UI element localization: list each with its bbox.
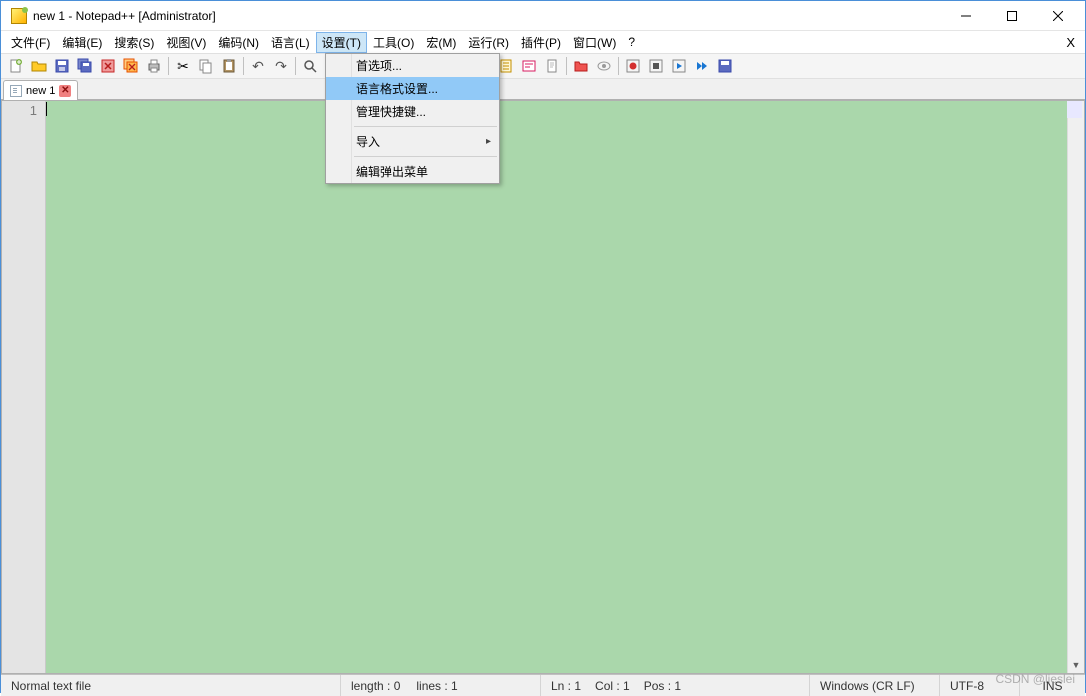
play-multi-button[interactable] [691, 55, 713, 77]
menu-macro[interactable]: 宏(M) [420, 32, 462, 53]
file-icon [10, 85, 22, 97]
menu-edit[interactable]: 编辑(E) [56, 32, 108, 53]
close-document-button[interactable]: X [1060, 35, 1081, 50]
print-button[interactable] [143, 55, 165, 77]
menu-language[interactable]: 语言(L) [265, 32, 316, 53]
dropdown-separator [354, 126, 497, 127]
dropdown-import[interactable]: 导入 ▸ [326, 130, 499, 153]
redo-button[interactable]: ↷ [270, 55, 292, 77]
editor-area: 1 ▲ ▼ [1, 100, 1085, 674]
dropdown-preferences[interactable]: 首选项... [326, 54, 499, 77]
title-bar: new 1 - Notepad++ [Administrator] [1, 1, 1085, 31]
scrollbar-track[interactable] [1068, 118, 1084, 656]
document-tab[interactable]: new 1 ✕ [3, 80, 78, 100]
toolbar: ✂ ↶ ↷ ¶ [1, 53, 1085, 79]
dropdown-item-label: 首选项... [356, 57, 402, 74]
status-col: Col : 1 [595, 679, 630, 693]
menu-search[interactable]: 搜索(S) [108, 32, 160, 53]
copy-button[interactable] [195, 55, 217, 77]
scissors-icon: ✂ [177, 59, 189, 73]
menu-settings[interactable]: 设置(T) [316, 32, 367, 53]
toolbar-separator [168, 57, 169, 75]
open-file-button[interactable] [28, 55, 50, 77]
status-length: length : 0 [351, 679, 400, 693]
menu-file[interactable]: 文件(F) [5, 32, 56, 53]
maximize-button[interactable] [989, 1, 1035, 31]
toolbar-separator [618, 57, 619, 75]
toolbar-separator [295, 57, 296, 75]
menu-tools[interactable]: 工具(O) [367, 32, 420, 53]
status-ln: Ln : 1 [551, 679, 581, 693]
status-pos: Pos : 1 [644, 679, 681, 693]
dropdown-style-configurator[interactable]: 语言格式设置... [326, 77, 499, 100]
folder-panel-button[interactable] [570, 55, 592, 77]
save-all-button[interactable] [74, 55, 96, 77]
chevron-right-icon: ▸ [486, 136, 491, 147]
scroll-down-button[interactable]: ▼ [1068, 656, 1084, 673]
stop-macro-button[interactable] [645, 55, 667, 77]
tab-strip: new 1 ✕ [1, 79, 1085, 100]
dropdown-shortcut-mapper[interactable]: 管理快捷键... [326, 100, 499, 123]
undo-button[interactable]: ↶ [247, 55, 269, 77]
menu-plugins[interactable]: 插件(P) [515, 32, 567, 53]
toolbar-separator [243, 57, 244, 75]
dropdown-edit-popup[interactable]: 编辑弹出菜单 [326, 160, 499, 183]
dropdown-item-label: 管理快捷键... [356, 103, 426, 120]
status-lines: lines : 1 [416, 679, 457, 693]
dropdown-item-label: 编辑弹出菜单 [356, 163, 428, 180]
dropdown-separator [354, 156, 497, 157]
menu-view[interactable]: 视图(V) [160, 32, 212, 53]
toolbar-separator [566, 57, 567, 75]
find-button[interactable] [299, 55, 321, 77]
window-title: new 1 - Notepad++ [Administrator] [33, 9, 943, 23]
dropdown-item-label: 导入 [356, 133, 380, 150]
monitoring-button[interactable] [593, 55, 615, 77]
settings-dropdown: 首选项... 语言格式设置... 管理快捷键... 导入 ▸ 编辑弹出菜单 [325, 53, 500, 184]
vertical-scrollbar[interactable]: ▲ ▼ [1067, 101, 1084, 673]
paste-button[interactable] [218, 55, 240, 77]
menu-window[interactable]: 窗口(W) [567, 32, 622, 53]
text-editor[interactable] [46, 101, 1067, 673]
line-number: 1 [2, 103, 37, 118]
tab-label: new 1 [26, 85, 55, 97]
menu-bar: 文件(F) 编辑(E) 搜索(S) 视图(V) 编码(N) 语言(L) 设置(T… [1, 31, 1085, 53]
tab-close-button[interactable]: ✕ [59, 85, 71, 97]
menu-encoding[interactable]: 编码(N) [212, 32, 265, 53]
undo-icon: ↶ [252, 59, 264, 73]
save-macro-button[interactable] [714, 55, 736, 77]
record-macro-button[interactable] [622, 55, 644, 77]
menu-run[interactable]: 运行(R) [462, 32, 515, 53]
save-button[interactable] [51, 55, 73, 77]
caret-icon [46, 102, 47, 116]
play-macro-button[interactable] [668, 55, 690, 77]
window-controls [943, 1, 1081, 31]
redo-icon: ↷ [275, 59, 287, 73]
cut-button[interactable]: ✂ [172, 55, 194, 77]
minimize-button[interactable] [943, 1, 989, 31]
close-file-button[interactable] [97, 55, 119, 77]
close-all-button[interactable] [120, 55, 142, 77]
line-number-gutter: 1 [2, 101, 46, 673]
dropdown-item-label: 语言格式设置... [356, 80, 438, 97]
menu-help[interactable]: ? [622, 33, 641, 51]
new-file-button[interactable] [5, 55, 27, 77]
app-icon [11, 8, 27, 24]
user-lang-button[interactable] [518, 55, 540, 77]
doc-map-button[interactable] [541, 55, 563, 77]
close-button[interactable] [1035, 1, 1081, 31]
